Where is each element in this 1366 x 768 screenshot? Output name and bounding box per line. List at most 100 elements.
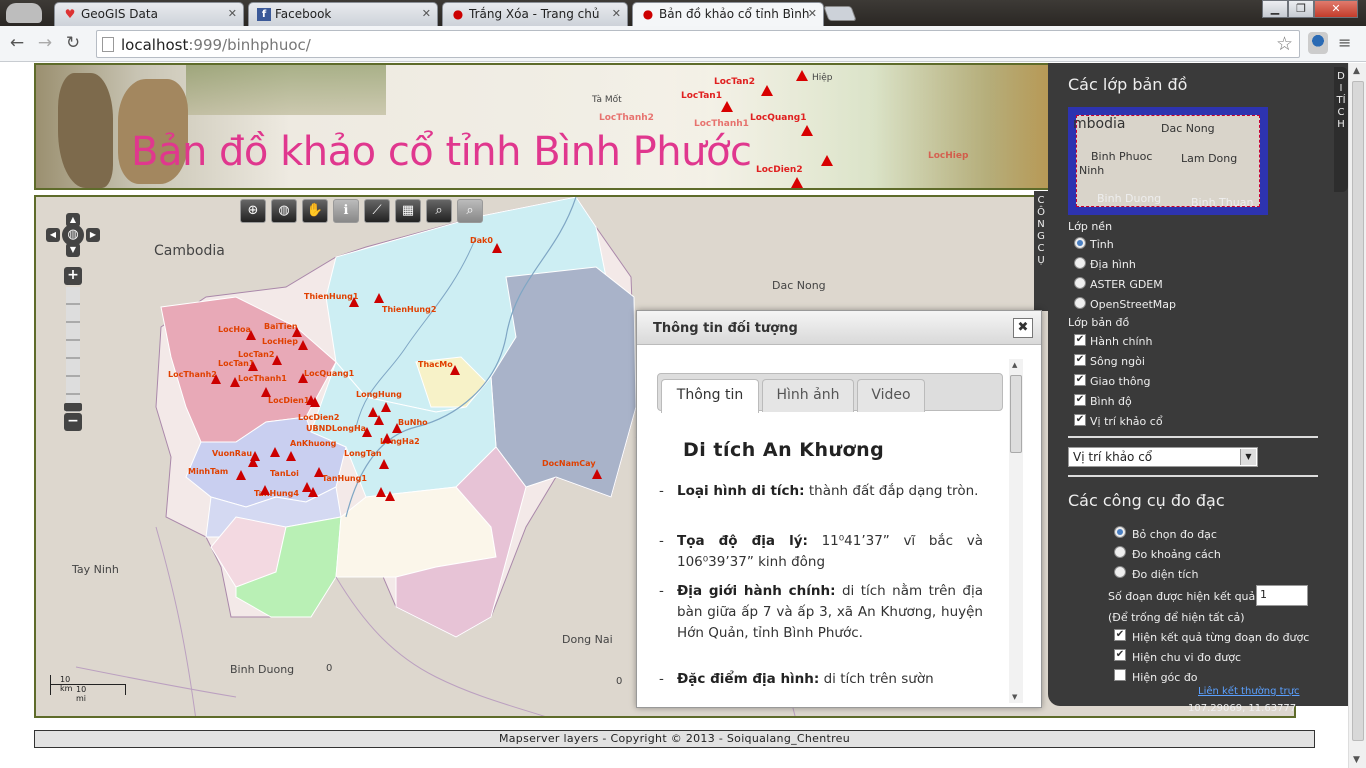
new-tab-button[interactable] [823,6,857,21]
site-label: ThienHung2 [382,305,437,314]
side-tab-congcu[interactable]: CÔNG CỤ [1034,191,1048,311]
scale-mi-label: 10 mi [76,685,87,703]
locate-icon[interactable]: ⌕ [457,199,483,223]
site-label: Dak0 [470,236,493,245]
segments-input[interactable]: 1 [1256,585,1308,606]
divider [1068,475,1318,477]
site-marker [236,470,246,480]
base-aster-radio[interactable] [1074,277,1086,289]
site-label: DocNamCay [542,459,596,468]
popup-scrollbar-thumb[interactable] [1010,375,1022,453]
close-icon[interactable]: ✕ [612,7,621,20]
site-marker [379,459,389,469]
zoom-slider[interactable] [66,287,80,412]
measure-line-icon[interactable]: ⟋ [364,199,390,223]
measure-option-label: Hiện kết quả từng đoạn đo được [1132,631,1310,644]
site-marker [211,374,221,384]
base-osm-radio[interactable] [1074,297,1086,309]
tab-facebook[interactable]: f Facebook ✕ [248,2,438,26]
site-label: LocQuang1 [304,369,355,378]
maximize-button[interactable]: ❐ [1288,0,1314,18]
full-extent-icon[interactable]: ◍ [271,199,297,223]
close-icon[interactable]: ✕ [808,7,817,20]
reload-icon[interactable]: ↻ [62,32,84,54]
banner-place-label: Tà Mốt [592,95,622,105]
tab-hinh-anh[interactable]: Hình ảnh [762,379,854,412]
overlay-vitrikhaoco-checkbox[interactable]: ✔ [1074,414,1086,426]
overview-label: Binh Phuoc [1091,150,1153,163]
tab-geogis[interactable]: ♥ GeoGIS Data ✕ [54,2,244,26]
pan-right-icon[interactable]: ▶ [86,228,100,242]
banner-site-label: LocThanh2 [599,113,654,123]
tool-none-radio[interactable] [1114,526,1126,538]
show-angle-checkbox[interactable] [1114,669,1126,681]
zoom-slider-thumb[interactable] [64,403,82,411]
tab-thong-tin[interactable]: Thông tin [661,379,759,413]
place-label: Tay Ninh [72,563,119,576]
search-icon[interactable]: ⌕ [426,199,452,223]
site-marker [260,485,270,495]
forward-icon[interactable]: → [34,32,56,54]
site-label: TanLoi [270,469,299,478]
place-label: Binh Duong [230,663,295,676]
overlay-binhdo-checkbox[interactable]: ✔ [1074,394,1086,406]
tool-distance-radio[interactable] [1114,546,1126,558]
show-segment-result-checkbox[interactable]: ✔ [1114,629,1126,641]
tab-ban-do[interactable]: ● Bản đồ khảo cổ tỉnh Bình ✕ [632,2,824,26]
layer-select[interactable]: Vị trí khảo cổ ▼ [1068,447,1258,467]
info-icon[interactable]: ℹ [333,199,359,223]
base-diahinh-radio[interactable] [1074,257,1086,269]
tool-option-label: Đo khoảng cách [1132,548,1221,561]
zoom-in-button[interactable]: + [64,267,82,285]
close-icon[interactable]: ✕ [228,7,237,20]
site-marker [292,327,302,337]
popup-scrollbar[interactable]: ▲ ▼ [1009,359,1023,703]
tool-area-radio[interactable] [1114,566,1126,578]
back-icon[interactable]: ← [6,32,28,54]
page-scrollbar[interactable]: ▲ ▼ [1348,63,1366,768]
side-tab-ditich[interactable]: DI TÍCH [1334,67,1348,192]
zoom-in-tool-icon[interactable]: ⊕ [240,199,266,223]
window-close-button[interactable]: ✕ [1314,0,1358,18]
site-marker [821,155,833,166]
heart-icon: ♥ [64,7,76,21]
show-perimeter-checkbox[interactable]: ✔ [1114,649,1126,661]
extension-icon[interactable] [1308,32,1328,54]
measure-area-icon[interactable]: ▦ [395,199,421,223]
overlay-hanhchinh-checkbox[interactable]: ✔ [1074,334,1086,346]
tab-trang-xoa[interactable]: ● Trắng Xóa - Trang chủ ✕ [442,2,628,26]
minimize-button[interactable]: ▁ [1262,0,1288,18]
banner-site-label: LocQuang1 [750,113,807,123]
tool-option-label: Đo diện tích [1132,568,1199,581]
tab-video[interactable]: Video [857,379,925,412]
artifact-image [58,73,113,188]
place-label: Dong Nai [562,633,613,646]
pan-down-icon[interactable]: ▼ [66,243,80,257]
divider [1068,436,1318,438]
bookmark-star-icon[interactable]: ☆ [1276,33,1293,55]
pan-left-icon[interactable]: ◀ [46,228,60,242]
close-icon[interactable]: ✕ [422,7,431,20]
site-marker [382,433,392,443]
close-icon[interactable]: ✖ [1013,318,1033,338]
popup-header[interactable]: Thông tin đối tượng ✖ [637,311,1041,345]
base-tinh-radio[interactable] [1074,237,1086,249]
site-label: LocDien1 [268,396,310,405]
page-scrollbar-thumb[interactable] [1352,81,1364,741]
overview-label: Ninh [1079,164,1105,177]
permalink[interactable]: Liên kết thường trực [1198,686,1300,697]
zoom-out-button[interactable]: − [64,413,82,431]
menu-icon[interactable]: ≡ [1338,34,1354,52]
site-label: LocHiep [262,337,298,346]
pan-hand-icon[interactable]: ✋ [302,199,328,223]
popup-body: Thông tin Hình ảnh Video Di tích An Khươ… [653,353,1023,699]
overview-map[interactable]: mbodia Dac Nong Binh Phuoc Lam Dong Ninh… [1068,107,1268,215]
banner-landscape [186,65,386,115]
overlay-giaothong-checkbox[interactable]: ✔ [1074,374,1086,386]
site-marker [450,365,460,375]
tab-label: GeoGIS Data [81,7,158,21]
pan-control[interactable]: ▲ ◀ ◍ ▶ ▼ [46,213,100,257]
address-bar[interactable]: localhost:999/binhphuoc/ ☆ [96,30,1300,58]
site-label: ThacMo [418,360,453,369]
overlay-songngoi-checkbox[interactable]: ✔ [1074,354,1086,366]
